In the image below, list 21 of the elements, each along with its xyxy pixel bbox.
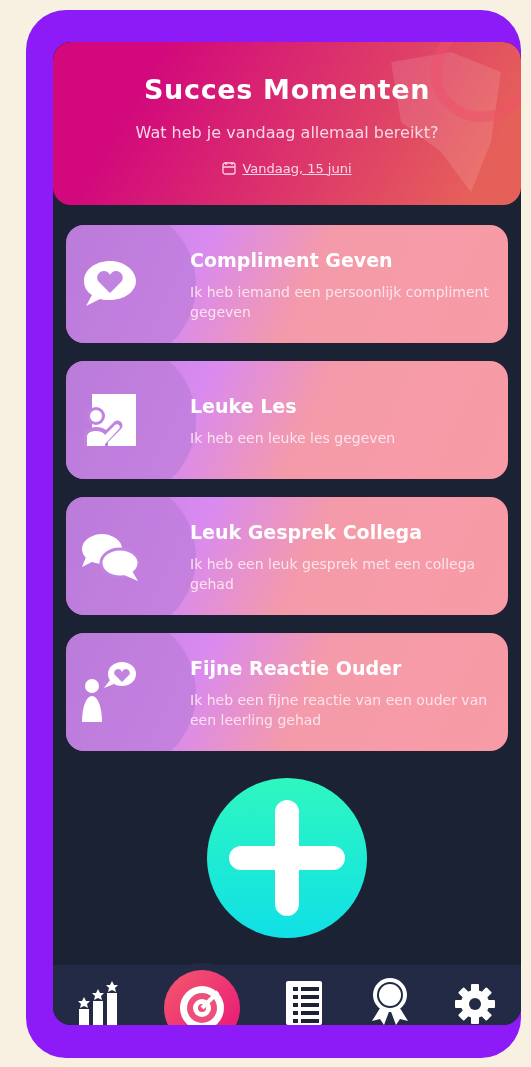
moment-card[interactable]: Leuk Gesprek Collega Ik heb een leuk gesprek met een collega gehad (66, 497, 508, 615)
moment-card[interactable]: Leuke Les Ik heb een leuke les gegeven (66, 361, 508, 479)
page-subtitle: Wat heb je vandaag allemaal bereikt? (135, 121, 439, 144)
plus-icon (229, 800, 345, 916)
heart-speech-bubble-icon (82, 259, 138, 309)
moment-description: Ik heb een leuke les gegeven (190, 429, 396, 449)
moment-card[interactable]: Compliment Geven Ik heb iemand een persoonlijk compliment gegeven (66, 225, 508, 343)
date-link[interactable]: Vandaag, 15 juni (222, 158, 352, 178)
calendar-icon (222, 161, 237, 176)
list-document-icon (284, 979, 324, 1025)
moment-title: Compliment Geven (190, 247, 394, 273)
moment-description: Ik heb een fijne reactie van een ouder van een leerling gehad (190, 691, 489, 731)
ranking-stars-icon (77, 979, 121, 1025)
moment-title: Leuk Gesprek Collega (190, 519, 423, 545)
page-title: Succes Momenten (143, 73, 431, 107)
moment-title: Leuke Les (190, 393, 298, 419)
moment-title: Fijne Reactie Ouder (190, 655, 403, 681)
moment-description: Ik heb iemand een persoonlijk compliment gegeven (190, 283, 490, 323)
moment-description: Ik heb een leuk gesprek met een collega gehad (190, 555, 477, 595)
moment-card[interactable]: Fijne Reactie Ouder Ik heb een fijne reactie van een ouder van een leerling gehad (66, 633, 508, 751)
teacher-board-icon (82, 392, 138, 448)
